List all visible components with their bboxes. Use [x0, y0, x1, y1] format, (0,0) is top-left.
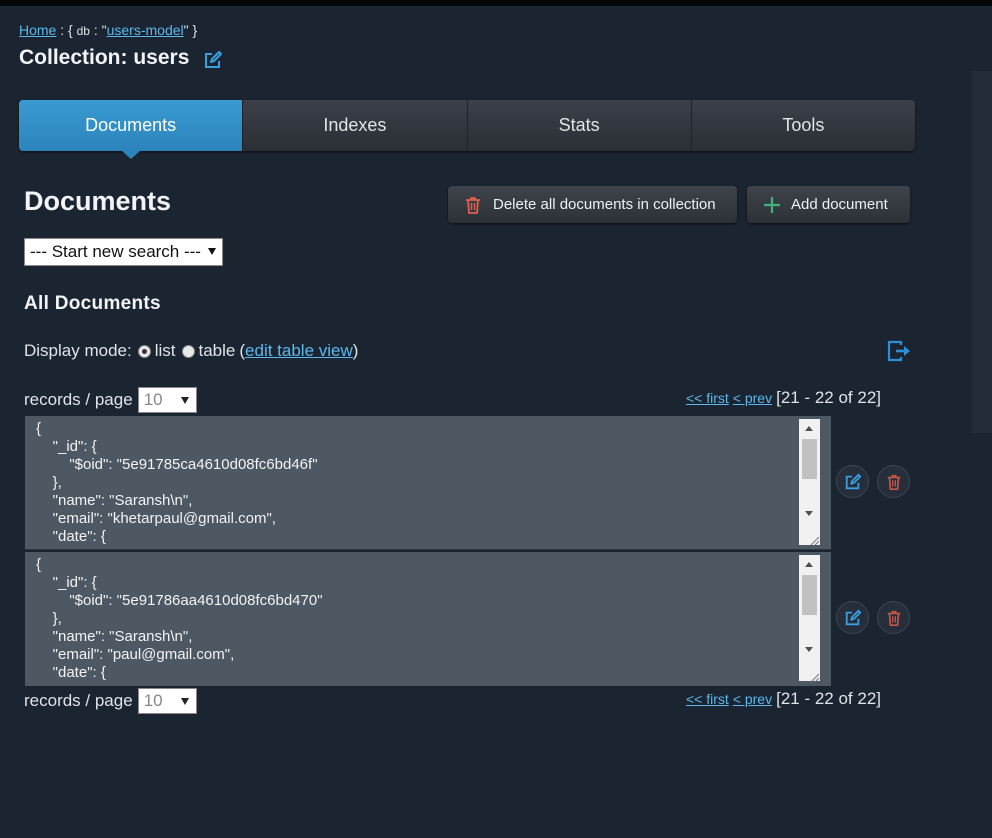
pager-first-link[interactable]: << first: [686, 691, 729, 707]
document-text[interactable]: { "_id": { "$oid": "5e91785ca4610d08fc6b…: [25, 416, 806, 546]
breadcrumb-separator: : ": [89, 22, 107, 38]
edit-document-button[interactable]: [836, 465, 869, 498]
pager-range: [21 - 22 of 22]: [776, 689, 882, 708]
tab-indexes[interactable]: Indexes: [242, 100, 466, 151]
document-row[interactable]: { "_id": { "$oid": "5e91785ca4610d08fc6b…: [25, 416, 831, 550]
tab-documents[interactable]: Documents: [19, 100, 243, 159]
breadcrumb-separator: : {: [56, 22, 77, 38]
tab-stats[interactable]: Stats: [466, 100, 691, 151]
top-bar: [0, 0, 992, 6]
delete-all-label: Delete all documents in collection: [493, 196, 716, 213]
records-per-page-label: records / page: [24, 390, 133, 409]
resize-grip-icon[interactable]: [808, 671, 820, 683]
edit-icon[interactable]: [203, 50, 223, 70]
display-mode: Display mode: list table (edit table vie…: [24, 341, 358, 361]
search-select-value: --- Start new search ---: [30, 242, 201, 261]
chevron-down-icon: [180, 698, 189, 705]
add-document-button[interactable]: Add document: [747, 186, 910, 223]
page-scrollbar[interactable]: [972, 71, 992, 433]
tab-tools[interactable]: Tools: [690, 100, 915, 151]
trash-icon: [466, 196, 480, 214]
edit-document-button[interactable]: [836, 601, 869, 634]
pager-prev-link[interactable]: < prev: [733, 390, 772, 406]
document-scrollbar[interactable]: [799, 419, 820, 545]
trash-icon: [887, 474, 900, 490]
all-documents-heading: All Documents: [24, 293, 161, 314]
paren-close: ): [352, 341, 359, 360]
display-mode-table-radio[interactable]: [181, 344, 195, 358]
export-icon[interactable]: [887, 340, 911, 362]
display-mode-list-label: list: [154, 341, 176, 360]
document-row[interactable]: { "_id": { "$oid": "5e91786aa4610d08fc6b…: [25, 552, 831, 686]
records-per-page-top: records / page 10: [24, 387, 197, 413]
breadcrumb-home-link[interactable]: Home: [19, 22, 56, 38]
document-text[interactable]: { "_id": { "$oid": "5e91786aa4610d08fc6b…: [25, 552, 806, 682]
records-per-page-bottom: records / page 10: [24, 688, 197, 714]
delete-all-documents-button[interactable]: Delete all documents in collection: [448, 186, 737, 223]
breadcrumb: Home : { db : "users-model" }: [19, 22, 197, 38]
pager-prev-link[interactable]: < prev: [733, 691, 772, 707]
breadcrumb-db-link[interactable]: users-model: [107, 22, 184, 38]
scroll-down-icon[interactable]: [805, 647, 813, 652]
section-title: Documents: [24, 186, 172, 216]
delete-document-button[interactable]: [877, 465, 910, 498]
resize-grip-icon[interactable]: [808, 534, 820, 546]
delete-document-button[interactable]: [877, 601, 910, 634]
page-title: Collection: users: [19, 46, 190, 69]
records-per-page-value: 10: [143, 691, 163, 710]
collection-tabs: Documents Indexes Stats Tools: [19, 100, 915, 159]
scroll-thumb[interactable]: [802, 575, 817, 615]
plus-icon: [764, 196, 780, 213]
pager-first-link[interactable]: << first: [686, 390, 729, 406]
trash-icon: [887, 610, 900, 626]
records-per-page-select[interactable]: 10: [137, 387, 197, 413]
edit-table-view-link[interactable]: edit table view: [245, 341, 353, 361]
edit-icon: [845, 609, 861, 625]
pager-top: << first < prev [21 - 22 of 22]: [686, 388, 881, 408]
scroll-thumb[interactable]: [802, 439, 817, 479]
records-per-page-select[interactable]: 10: [137, 688, 197, 714]
chevron-down-icon: [180, 397, 189, 404]
pager-range: [21 - 22 of 22]: [776, 388, 882, 407]
scroll-up-icon[interactable]: [805, 562, 813, 567]
records-per-page-value: 10: [143, 390, 163, 409]
records-per-page-label: records / page: [24, 691, 133, 710]
search-select[interactable]: --- Start new search ---: [24, 238, 223, 266]
pager-bottom: << first < prev [21 - 22 of 22]: [686, 689, 881, 709]
breadcrumb-separator: " }: [183, 22, 198, 38]
display-mode-list-radio[interactable]: [137, 344, 151, 358]
display-mode-label: Display mode:: [24, 341, 132, 360]
scroll-down-icon[interactable]: [805, 511, 813, 516]
add-document-label: Add document: [791, 196, 888, 213]
document-scrollbar[interactable]: [799, 555, 820, 681]
display-mode-table-label: table: [198, 341, 236, 360]
breadcrumb-db-key: db: [76, 24, 90, 38]
chevron-down-icon: [208, 248, 216, 255]
edit-icon: [845, 473, 861, 489]
scroll-up-icon[interactable]: [805, 426, 813, 431]
